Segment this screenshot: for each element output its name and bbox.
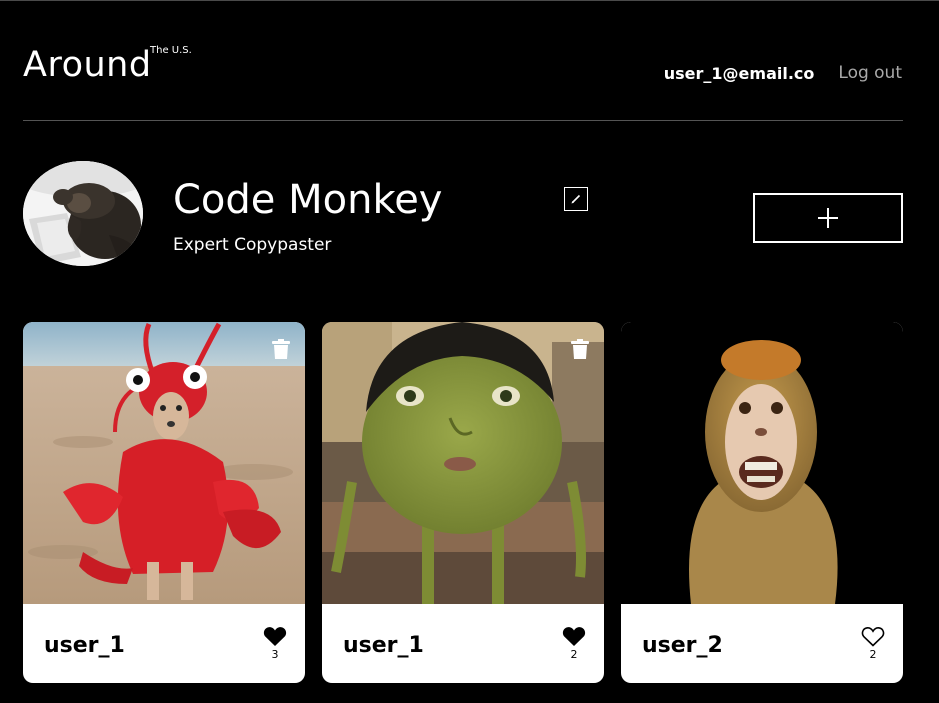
logo: Around The U.S. bbox=[23, 44, 192, 86]
user-email: user_1@email.co bbox=[663, 63, 815, 83]
like-count: 3 bbox=[271, 648, 279, 661]
card-image[interactable] bbox=[621, 322, 903, 604]
logo-superscript: The U.S. bbox=[150, 45, 192, 56]
like-count: 2 bbox=[570, 648, 578, 661]
card: user_1 2 bbox=[322, 322, 604, 683]
heart-filled-icon bbox=[263, 627, 287, 646]
card-username: user_2 bbox=[642, 633, 723, 658]
header-divider bbox=[23, 120, 903, 121]
profile-about: Expert Copypaster bbox=[173, 235, 332, 255]
add-post-button[interactable] bbox=[753, 193, 903, 243]
logout-link[interactable]: Log out bbox=[838, 63, 902, 83]
card-username: user_1 bbox=[343, 633, 424, 658]
edit-profile-button[interactable] bbox=[564, 187, 588, 211]
logo-text: Around bbox=[23, 45, 152, 85]
heart-outline-icon bbox=[861, 627, 885, 647]
card-image[interactable] bbox=[322, 322, 604, 604]
trash-icon[interactable] bbox=[272, 339, 290, 359]
card-footer: user_1 3 bbox=[23, 604, 305, 683]
trash-icon[interactable] bbox=[571, 339, 589, 359]
profile-name: Code Monkey bbox=[173, 177, 443, 223]
avatar[interactable] bbox=[23, 161, 143, 266]
card-footer: user_1 2 bbox=[322, 604, 604, 683]
card-image[interactable] bbox=[23, 322, 305, 604]
like-button[interactable]: 2 bbox=[861, 626, 885, 661]
page: Around The U.S. user_1@email.co Log out … bbox=[0, 0, 939, 703]
header-nav: user_1@email.co Log out bbox=[664, 62, 902, 84]
card-footer: user_2 2 bbox=[621, 604, 903, 683]
like-button[interactable]: 2 bbox=[562, 626, 586, 661]
card-username: user_1 bbox=[44, 633, 125, 658]
card: user_1 3 bbox=[23, 322, 305, 683]
plus-icon bbox=[818, 208, 838, 228]
heart-filled-icon bbox=[562, 627, 586, 646]
top-border bbox=[0, 0, 939, 1]
card-grid: user_1 3 user_1 2 user_2 2 bbox=[23, 322, 903, 683]
card: user_2 2 bbox=[621, 322, 903, 683]
like-button[interactable]: 3 bbox=[263, 626, 287, 661]
like-count: 2 bbox=[869, 648, 877, 661]
pencil-icon bbox=[571, 194, 581, 204]
